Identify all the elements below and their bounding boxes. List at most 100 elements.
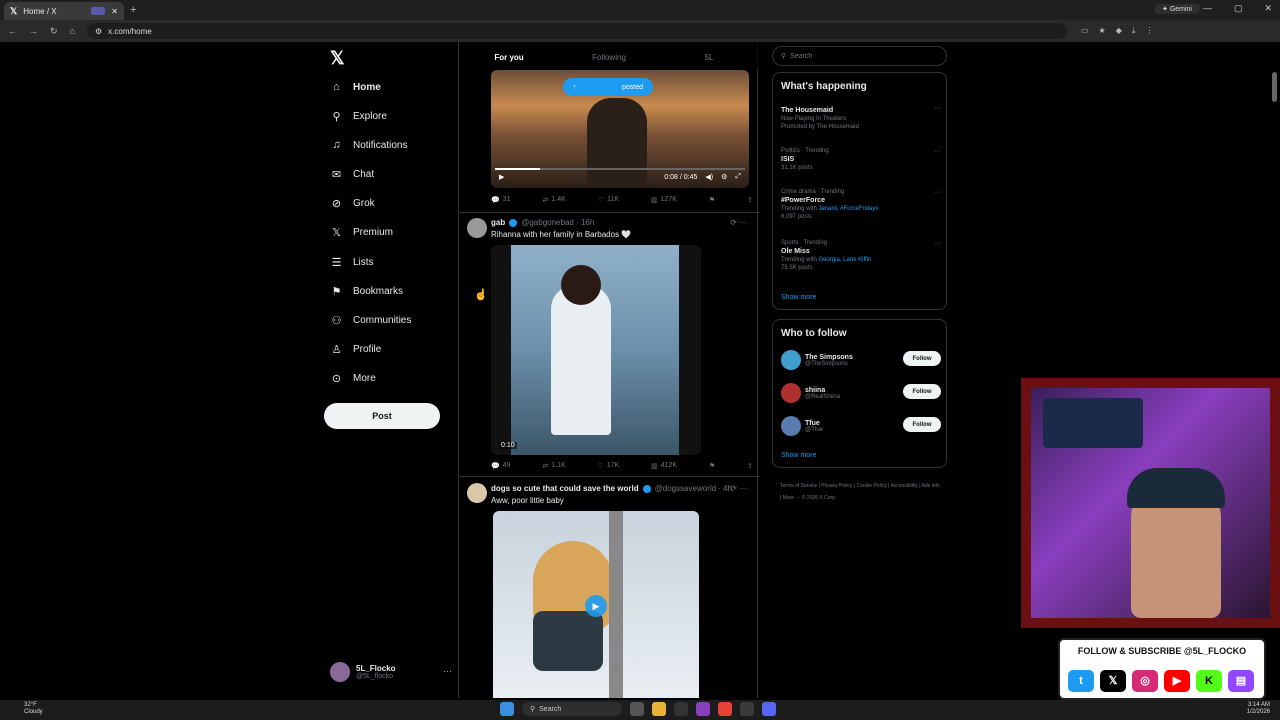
nav-item-more[interactable]: ⊙ More — [330, 372, 376, 385]
nav-item-bookmarks[interactable]: ⚑ Bookmarks — [330, 285, 403, 298]
nav-item-profile[interactable]: ♙ Profile — [330, 343, 382, 356]
nav-item-premium[interactable]: 𝕏 Premium — [330, 226, 393, 239]
views-button[interactable]: ▥ 127K — [651, 196, 677, 204]
trend-item[interactable]: Politics · Trending ISIS 31.1K posts ··· — [781, 148, 941, 171]
avatar[interactable] — [467, 218, 487, 238]
trend-links[interactable]: Georgia, Lane Kiffin — [818, 257, 871, 263]
taskbar-search[interactable]: ⚲ Search — [522, 702, 622, 716]
cast-icon[interactable]: ▭ — [1081, 26, 1089, 36]
settings-icon[interactable]: ⚙ — [721, 173, 727, 181]
more-dots-icon[interactable]: ··· — [934, 240, 941, 247]
back-icon[interactable]: ← — [8, 26, 17, 37]
x-logo-icon[interactable]: 𝕏 — [330, 48, 345, 69]
author-handle[interactable]: @dogssaveworld · 4h — [655, 484, 733, 493]
share-button[interactable]: ⇪ — [747, 196, 753, 204]
app-icon[interactable] — [740, 702, 754, 716]
star-icon[interactable]: ★ — [1099, 26, 1106, 36]
discord-icon[interactable] — [762, 702, 776, 716]
tab-for-you[interactable]: For you — [459, 42, 559, 70]
new-posts-pill[interactable]: ↑ posted — [563, 78, 653, 96]
more-dots-icon[interactable]: ⟳ ··· — [730, 218, 747, 227]
file-explorer-icon[interactable] — [652, 702, 666, 716]
video-player[interactable]: ▶ — [493, 511, 699, 698]
extension-icon[interactable]: ◆ — [1116, 26, 1122, 36]
show-more-link[interactable]: Show more — [781, 294, 816, 301]
site-info-icon[interactable]: ⚙ — [95, 27, 102, 36]
author-name[interactable]: gab — [491, 218, 505, 227]
weather-widget[interactable]: 32°F Cloudy — [24, 702, 43, 716]
like-button[interactable]: ♡ 11K — [598, 196, 619, 204]
play-icon[interactable]: ▶ — [499, 173, 504, 181]
scrollbar[interactable] — [1272, 72, 1277, 102]
browser-tab[interactable]: 𝕏 Home / X ✕ — [4, 2, 124, 20]
download-icon[interactable]: ⤓ — [1132, 26, 1136, 36]
app-icon[interactable] — [696, 702, 710, 716]
reply-count: 49 — [502, 462, 511, 469]
home-browser-icon[interactable]: ⌂ — [70, 26, 75, 37]
trend-item[interactable]: The Housemaid Now Playing In Theaters Pr… — [781, 105, 941, 130]
trend-links[interactable]: Jenard, #ForceFridays — [818, 206, 878, 212]
follow-suggestion[interactable]: The Simpsons @TheSimpsons Follow — [781, 350, 941, 370]
trend-item[interactable]: Sports · Trending Ole Miss Trending with… — [781, 240, 941, 271]
forward-icon[interactable]: → — [29, 26, 38, 37]
reply-button[interactable]: 💬 31 — [491, 196, 511, 204]
tab-following[interactable]: Following — [559, 42, 659, 70]
more-dots-icon[interactable]: ··· — [934, 148, 941, 155]
repost-button[interactable]: ⇄ 1.4K — [542, 196, 565, 204]
follow-button[interactable]: Follow — [903, 384, 941, 399]
more-dots-icon[interactable]: ⟳ ··· — [730, 484, 747, 493]
account-switcher[interactable]: 5L_Flocko @5L_flocko ··· — [330, 662, 452, 682]
repost-button[interactable]: ⇄ 1.1K — [542, 462, 565, 470]
author-name[interactable]: dogs so cute that could save the world — [491, 484, 639, 493]
views-button[interactable]: ▥ 412K — [651, 462, 677, 470]
show-more-link[interactable]: Show more — [781, 452, 816, 459]
app-icon[interactable] — [674, 702, 688, 716]
reply-button[interactable]: 💬 49 — [491, 462, 511, 470]
more-dots-icon[interactable]: ··· — [934, 189, 941, 196]
play-icon[interactable]: ▶ — [585, 595, 607, 617]
view-count: 412K — [660, 462, 678, 469]
search-input[interactable]: ⚲ Search — [772, 46, 947, 66]
gemini-button[interactable]: ✦ Gemini — [1154, 4, 1200, 14]
nav-item-communities[interactable]: ⚇ Communities — [330, 314, 412, 327]
nav-item-explore[interactable]: ⚲ Explore — [330, 110, 386, 123]
fullscreen-icon[interactable]: ⤢ — [735, 173, 741, 181]
nav-item-notifications[interactable]: ♫ Notifications — [330, 139, 407, 151]
url-field[interactable]: ⚙ x.com/home — [86, 23, 1067, 39]
nav-item-home[interactable]: ⌂ Home — [330, 81, 381, 93]
like-button[interactable]: ♡ 17K — [598, 462, 620, 470]
follow-suggestion[interactable]: shiina @RealShiina Follow — [781, 383, 941, 403]
video-player[interactable]: ↑ posted ▶ 0:08 / 0:45 ◀) ⚙ ⤢ — [491, 70, 749, 188]
follow-button[interactable]: Follow — [903, 351, 941, 366]
bookmark-button[interactable]: ⚑ — [709, 462, 715, 470]
new-tab-icon[interactable]: + — [130, 4, 136, 16]
menu-icon[interactable]: ⋮ — [1145, 26, 1153, 36]
maximize-icon[interactable]: ▢ — [1234, 3, 1243, 14]
nav-item-lists[interactable]: ☰ Lists — [330, 256, 374, 269]
video-player[interactable]: 0:10 — [491, 245, 701, 455]
volume-icon[interactable]: ◀) — [705, 173, 713, 181]
footer-links[interactable]: Terms of Service | Privacy Policy | Cook… — [780, 480, 940, 504]
more-dots-icon[interactable]: ··· — [443, 666, 452, 676]
system-tray[interactable]: 3:14 AM 1/2/2026 — [1247, 702, 1270, 716]
avatar[interactable] — [467, 483, 487, 503]
tab-5l[interactable]: 5L — [659, 42, 759, 70]
share-button[interactable]: ⇪ — [747, 462, 753, 470]
author-handle[interactable]: @gabgonebad · 16h — [521, 218, 594, 227]
follow-suggestion[interactable]: Tfue @Tfue Follow — [781, 416, 941, 436]
chrome-icon[interactable] — [718, 702, 732, 716]
video-progress[interactable] — [495, 168, 745, 170]
more-dots-icon[interactable]: ··· — [934, 105, 941, 112]
close-window-icon[interactable]: ✕ — [1264, 3, 1272, 14]
post-button[interactable]: Post — [324, 403, 440, 429]
trend-item[interactable]: Crime drama · Trending #PowerForce Trend… — [781, 189, 941, 220]
close-tab-icon[interactable]: ✕ — [111, 7, 118, 16]
task-view-icon[interactable] — [630, 702, 644, 716]
nav-item-chat[interactable]: ✉ Chat — [330, 168, 374, 181]
follow-button[interactable]: Follow — [903, 417, 941, 432]
windows-start-icon[interactable] — [500, 702, 514, 716]
bookmark-button[interactable]: ⚑ — [709, 196, 715, 204]
nav-item-grok[interactable]: ⊘ Grok — [330, 197, 375, 210]
minimize-icon[interactable]: — — [1203, 3, 1212, 14]
reload-icon[interactable]: ↻ — [50, 26, 58, 37]
